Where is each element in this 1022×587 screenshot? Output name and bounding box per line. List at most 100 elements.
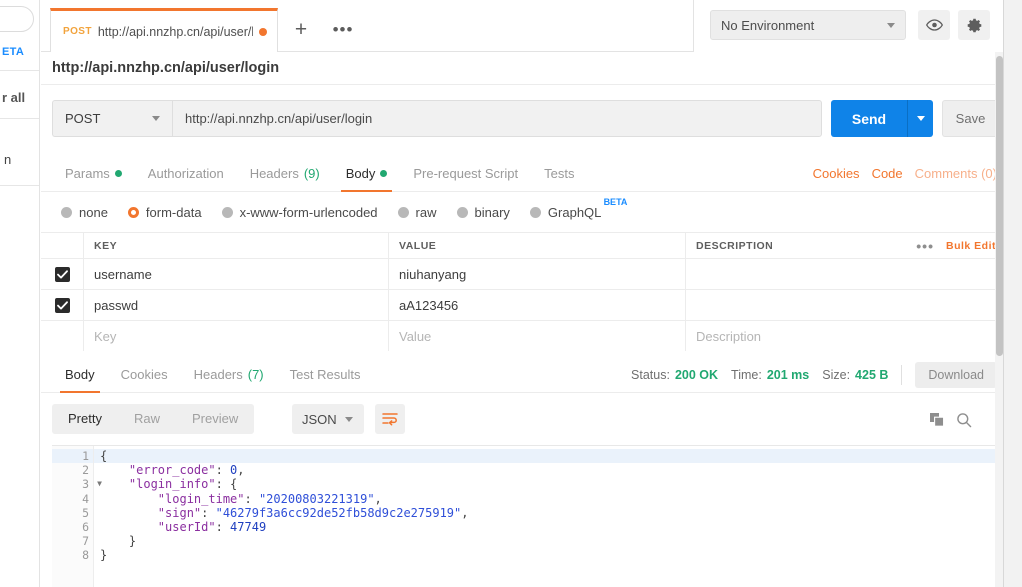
search-response-button[interactable] bbox=[956, 412, 972, 428]
code-token-pun: : bbox=[245, 492, 259, 506]
code-token-key: "login_info" bbox=[100, 477, 216, 491]
settings-button[interactable] bbox=[958, 10, 990, 40]
row-key[interactable]: passwd bbox=[84, 290, 389, 320]
response-body-viewer[interactable]: 1 ▼ 2 3 ▼ 4 5 6 7 8 { "error_code": 0, "… bbox=[52, 445, 1011, 587]
code-line: "userId": 47749 bbox=[94, 520, 1011, 534]
code-token-pun: } bbox=[100, 548, 107, 562]
line-number: 7 bbox=[52, 534, 93, 548]
new-description-input[interactable]: Description bbox=[686, 321, 1022, 351]
code-token-key: "sign" bbox=[100, 506, 201, 520]
search-icon bbox=[956, 412, 972, 428]
comments-link[interactable]: Comments (0) bbox=[915, 166, 997, 181]
response-tab-body[interactable]: Body bbox=[52, 356, 108, 393]
request-tab-method: POST bbox=[63, 26, 92, 37]
code-token-pun: , bbox=[375, 492, 382, 506]
save-button[interactable]: Save bbox=[942, 100, 998, 137]
body-type-form-data[interactable]: form-data bbox=[128, 205, 202, 220]
response-tab-cookies[interactable]: Cookies bbox=[108, 356, 181, 393]
copy-icon bbox=[929, 412, 945, 428]
row-value[interactable]: niuhanyang bbox=[389, 259, 686, 289]
sidebar-text-fragment[interactable]: n bbox=[4, 152, 11, 167]
time-value: 201 ms bbox=[767, 368, 809, 382]
row-description[interactable] bbox=[686, 290, 1022, 320]
line-number-gutter: 1 ▼ 2 3 ▼ 4 5 6 7 8 bbox=[52, 446, 94, 587]
table-row-empty[interactable]: Key Value Description bbox=[41, 320, 1022, 351]
body-type-binary[interactable]: binary bbox=[457, 205, 510, 220]
body-type-none-label: none bbox=[79, 205, 108, 220]
main-panel: POST http://api.nnzhp.cn/api/user/l... +… bbox=[41, 0, 1022, 587]
new-value-input[interactable]: Value bbox=[389, 321, 686, 351]
tab-pre-request-script[interactable]: Pre-request Script bbox=[400, 155, 531, 192]
body-type-graphql[interactable]: GraphQL BETA bbox=[530, 205, 601, 220]
checkbox-checked-icon[interactable] bbox=[55, 267, 70, 282]
tab-more-options-icon[interactable]: ••• bbox=[326, 12, 360, 48]
row-checkbox-cell[interactable] bbox=[41, 321, 84, 351]
header-description-cell: DESCRIPTION ••• Bulk Edit bbox=[686, 233, 1022, 258]
http-method-label: POST bbox=[65, 111, 100, 126]
tab-tests[interactable]: Tests bbox=[531, 155, 587, 192]
cookies-link[interactable]: Cookies bbox=[813, 166, 860, 181]
response-meta: Status: 200 OK Time: 201 ms Size: 425 B … bbox=[631, 356, 997, 393]
new-key-input[interactable]: Key bbox=[84, 321, 389, 351]
tab-body[interactable]: Body bbox=[333, 155, 401, 192]
line-number: 3 ▼ bbox=[52, 477, 93, 491]
tab-params[interactable]: Params bbox=[52, 155, 135, 192]
body-type-urlencoded[interactable]: x-www-form-urlencoded bbox=[222, 205, 378, 220]
tab-params-label: Params bbox=[65, 166, 110, 181]
response-tabs: Body Cookies Headers (7) Test Results St… bbox=[41, 356, 1022, 393]
code-token-pun: : bbox=[201, 506, 215, 520]
view-raw[interactable]: Raw bbox=[118, 404, 176, 434]
url-input[interactable]: http://api.nnzhp.cn/api/user/login bbox=[172, 100, 822, 137]
word-wrap-toggle[interactable] bbox=[375, 404, 405, 434]
sidebar-pill-control[interactable] bbox=[0, 6, 34, 32]
table-row[interactable]: passwd aA123456 bbox=[41, 289, 1022, 320]
line-number: 4 bbox=[52, 492, 93, 506]
table-more-options-icon[interactable]: ••• bbox=[916, 238, 934, 254]
line-number: 2 bbox=[52, 463, 93, 477]
vertical-scrollbar-thumb[interactable] bbox=[996, 56, 1003, 356]
copy-response-button[interactable] bbox=[929, 412, 945, 428]
code-token-pun: : bbox=[216, 463, 230, 477]
row-key[interactable]: username bbox=[84, 259, 389, 289]
response-body-code[interactable]: { "error_code": 0, "login_info": { "logi… bbox=[94, 446, 1011, 587]
request-tab-active[interactable]: POST http://api.nnzhp.cn/api/user/l... bbox=[50, 8, 278, 52]
bulk-edit-link[interactable]: Bulk Edit bbox=[946, 240, 996, 252]
body-indicator-dot-icon bbox=[380, 170, 387, 177]
checkbox-checked-icon[interactable] bbox=[55, 298, 70, 313]
body-type-raw[interactable]: raw bbox=[398, 205, 437, 220]
new-tab-button[interactable]: + bbox=[284, 12, 318, 48]
response-tab-cookies-label: Cookies bbox=[121, 367, 168, 382]
view-preview[interactable]: Preview bbox=[176, 404, 254, 434]
row-description[interactable] bbox=[686, 259, 1022, 289]
table-row[interactable]: username niuhanyang bbox=[41, 258, 1022, 289]
window-right-gutter bbox=[1004, 0, 1022, 587]
response-format-select[interactable]: JSON bbox=[292, 404, 364, 434]
response-view-switch: Pretty Raw Preview bbox=[52, 404, 254, 434]
download-button[interactable]: Download bbox=[915, 362, 997, 388]
send-options-button[interactable] bbox=[907, 100, 933, 137]
http-method-select[interactable]: POST bbox=[52, 100, 172, 137]
row-value[interactable]: aA123456 bbox=[389, 290, 686, 320]
send-button[interactable]: Send bbox=[831, 100, 907, 137]
gear-icon bbox=[966, 17, 983, 34]
sidebar-divider-3 bbox=[0, 185, 40, 186]
view-pretty[interactable]: Pretty bbox=[52, 404, 118, 434]
tab-headers[interactable]: Headers (9) bbox=[237, 155, 333, 192]
response-tab-headers-count: (7) bbox=[248, 367, 264, 382]
row-checkbox-cell[interactable] bbox=[41, 259, 84, 289]
sidebar-clear-all-label[interactable]: r all bbox=[2, 90, 25, 105]
environment-select[interactable]: No Environment bbox=[710, 10, 906, 40]
tab-authorization[interactable]: Authorization bbox=[135, 155, 237, 192]
code-link[interactable]: Code bbox=[872, 166, 903, 181]
environment-quick-look-button[interactable] bbox=[918, 10, 950, 40]
code-line: { bbox=[94, 449, 1011, 463]
body-type-graphql-label: GraphQL bbox=[548, 205, 601, 220]
response-tab-headers[interactable]: Headers (7) bbox=[181, 356, 277, 393]
radio-icon bbox=[457, 207, 468, 218]
line-number: 6 bbox=[52, 520, 93, 534]
row-checkbox-cell[interactable] bbox=[41, 290, 84, 320]
time-label: Time: bbox=[731, 368, 762, 382]
body-type-none[interactable]: none bbox=[61, 205, 108, 220]
body-type-raw-label: raw bbox=[416, 205, 437, 220]
response-tab-test-results[interactable]: Test Results bbox=[277, 356, 374, 393]
